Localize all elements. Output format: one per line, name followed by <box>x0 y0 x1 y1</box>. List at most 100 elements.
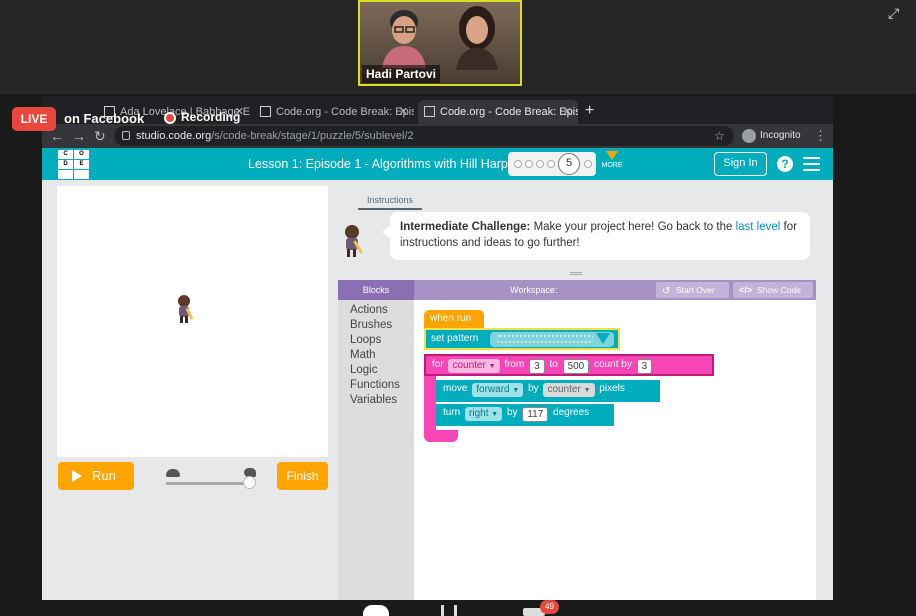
slider-thumb[interactable] <box>243 476 256 489</box>
new-tab-button[interactable]: + <box>585 100 594 122</box>
turn-block[interactable]: turn right ▼ by 117 degrees <box>436 404 614 426</box>
tab-codebreak-1[interactable]: Code.org - Code Break: Episode ✕ <box>254 100 414 124</box>
for-loop-footer <box>424 430 458 442</box>
logo-letter: O <box>74 150 89 159</box>
when-run-block[interactable]: when run <box>424 310 484 328</box>
toolbox-category-variables[interactable]: Variables <box>350 394 397 406</box>
workspace-label: Workspace: <box>510 285 558 295</box>
loop-variable-dropdown[interactable]: counter ▼ <box>448 359 500 373</box>
toolbox-category-math[interactable]: Math <box>350 349 376 361</box>
toolbox-category-functions[interactable]: Functions <box>350 379 400 391</box>
logo-letter <box>74 170 89 179</box>
screen: Hadi Partovi ⤢ LIVE on Facebook Recordin… <box>0 0 916 616</box>
logo-letter: C <box>58 150 73 159</box>
resize-grip[interactable] <box>570 272 582 275</box>
browser-menu-icon[interactable]: ⋮ <box>814 126 827 146</box>
pattern-dropdown[interactable] <box>490 332 614 347</box>
tab-label: Code.org - Code Break: Episode <box>276 106 414 118</box>
tab-label: Code.org - Code Break: Episode <box>440 106 578 118</box>
level-dot[interactable] <box>584 160 592 168</box>
last-level-link[interactable]: last level <box>736 221 781 233</box>
incognito-label: Incognito <box>760 130 801 141</box>
run-button[interactable]: Run <box>58 462 134 490</box>
participants-count-badge: 49 <box>540 600 559 614</box>
reload-icon[interactable]: ↻ <box>94 126 106 146</box>
url-host: studio.code.org <box>136 130 212 142</box>
bookmark-star-icon[interactable]: ☆ <box>714 126 725 146</box>
dropdown-arrow-icon <box>596 333 610 344</box>
to-number-field[interactable]: 500 <box>562 359 590 374</box>
to-label: to <box>549 359 558 370</box>
close-icon[interactable]: ✕ <box>563 100 572 124</box>
artist-character-icon <box>178 295 194 323</box>
toolbox-category-actions[interactable]: Actions <box>350 304 388 316</box>
play-icon <box>72 470 82 482</box>
workspace-header: Blocks Workspace: ↺ Start Over </> Show … <box>338 280 816 300</box>
move-label: move <box>443 383 468 394</box>
incognito-icon <box>742 129 756 143</box>
more-chevron-icon <box>606 151 618 160</box>
finish-button[interactable]: Finish <box>277 462 328 490</box>
level-dot[interactable] <box>536 160 544 168</box>
reactions-icon[interactable] <box>441 605 457 616</box>
person-video-figure <box>382 10 426 68</box>
participant-name-label: Hadi Partovi <box>362 65 441 83</box>
dropdown-arrow-icon: ▼ <box>488 363 496 370</box>
blockly-workspace[interactable]: when run set pattern for counter ▼ from … <box>414 300 816 600</box>
help-icon[interactable]: ? <box>777 156 793 172</box>
chat-icon[interactable] <box>363 605 389 616</box>
level-dot[interactable] <box>525 160 533 168</box>
instructions-text: Make your project here! Go back to the <box>530 221 736 233</box>
instructions-panel: Instructions Intermediate Challenge: Mak… <box>338 186 816 270</box>
tab-codebreak-2[interactable]: Code.org - Code Break: Episode ✕ <box>418 100 578 124</box>
start-over-label: Start Over <box>676 285 715 295</box>
turn-direction-dropdown[interactable]: right ▼ <box>465 407 503 421</box>
logo-letter: D <box>58 160 73 169</box>
instructions-tab[interactable]: Instructions <box>358 190 422 210</box>
url-input[interactable]: studio.code.org/s/code-break/stage/1/puz… <box>114 126 734 146</box>
logo-letter <box>58 170 73 179</box>
close-icon[interactable]: ✕ <box>399 100 408 124</box>
hamburger-menu-icon[interactable] <box>803 157 820 171</box>
recording-label: Recording <box>181 110 241 124</box>
codeorg-logo[interactable]: C O D E <box>58 150 89 179</box>
start-over-button[interactable]: ↺ Start Over <box>656 282 729 298</box>
counter-variable-block[interactable]: counter ▼ <box>543 383 595 397</box>
level-dot[interactable] <box>547 160 555 168</box>
live-destination-label: on Facebook <box>64 111 145 126</box>
move-block[interactable]: move forward ▼ by counter ▼ pixels <box>436 380 660 402</box>
degrees-number-field[interactable]: 117 <box>522 407 549 422</box>
incognito-profile[interactable]: Incognito <box>742 126 801 146</box>
recording-dot-icon <box>164 112 176 124</box>
forward-icon[interactable]: → <box>72 126 86 146</box>
level-dot[interactable] <box>514 160 522 168</box>
app-body: Run Finish Instructions Intermediate Cha… <box>42 180 833 600</box>
code-icon: </> <box>739 285 753 295</box>
current-level-bubble[interactable]: 5 <box>558 153 580 175</box>
speed-slider[interactable] <box>166 466 258 489</box>
toolbox-category-loops[interactable]: Loops <box>350 334 381 346</box>
person-video-figure-2 <box>456 6 498 70</box>
show-code-button[interactable]: </> Show Code <box>733 282 813 298</box>
direction-dropdown[interactable]: forward ▼ <box>472 383 524 397</box>
level-progress: 5 <box>508 152 596 176</box>
for-loop-body-bar <box>424 376 436 432</box>
dropdown-arrow-icon: ▼ <box>491 411 499 418</box>
participant-video-tile[interactable]: Hadi Partovi <box>358 0 522 86</box>
for-loop-block[interactable]: for counter ▼ from 3 to 500 count by 3 <box>424 354 714 376</box>
slider-track <box>166 482 250 485</box>
from-number-field[interactable]: 3 <box>529 359 545 374</box>
run-label: Run <box>92 468 116 483</box>
fullscreen-icon[interactable]: ⤢ <box>888 6 902 20</box>
sign-in-button[interactable]: Sign In <box>714 152 767 176</box>
set-pattern-block[interactable]: set pattern <box>424 328 620 350</box>
instructions-bubble: Intermediate Challenge: Make your projec… <box>382 212 810 260</box>
dropdown-arrow-icon: ▼ <box>512 387 520 394</box>
favicon-icon <box>424 106 435 117</box>
toolbox-category-logic[interactable]: Logic <box>350 364 378 376</box>
favicon-icon <box>260 106 271 117</box>
more-button[interactable]: MORE <box>600 151 624 169</box>
toolbox-category-brushes[interactable]: Brushes <box>350 319 392 331</box>
pixels-label: pixels <box>599 383 625 394</box>
count-by-number-field[interactable]: 3 <box>636 359 653 374</box>
